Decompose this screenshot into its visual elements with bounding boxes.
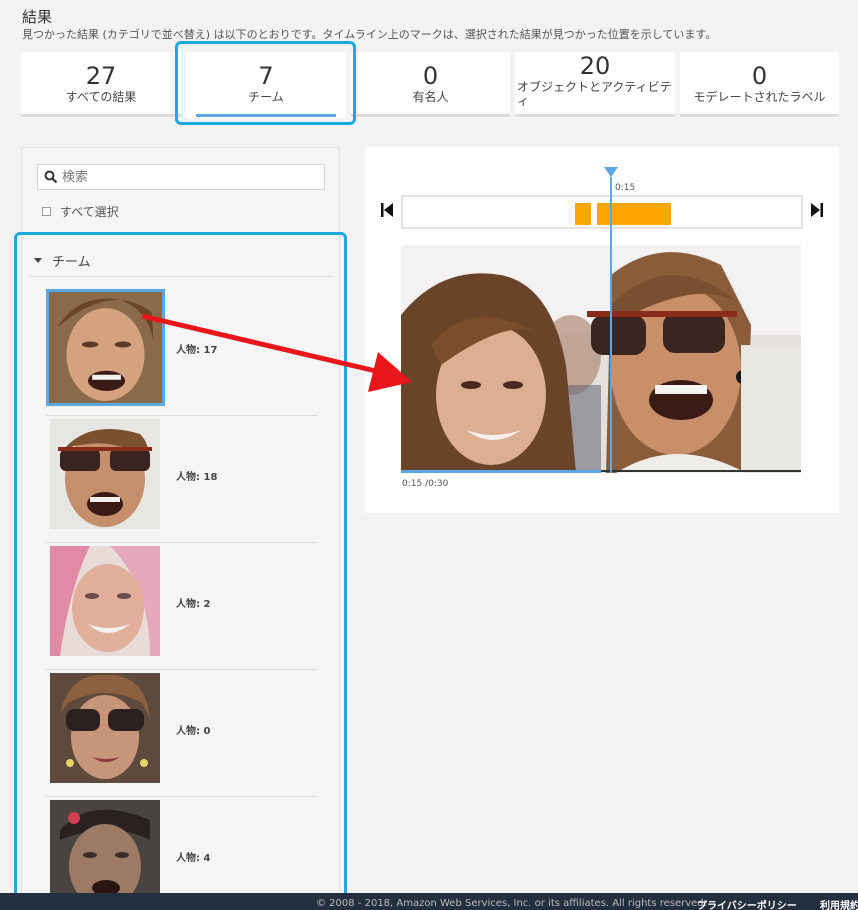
tab-underline bbox=[196, 114, 336, 117]
timeline-track[interactable] bbox=[401, 195, 803, 229]
current-time-label: 0:15 bbox=[615, 183, 636, 193]
video-progress-fill bbox=[401, 470, 601, 473]
tab-label: オブジェクトとアクティビティ bbox=[517, 80, 672, 108]
person-label: 人物: 18 bbox=[176, 472, 218, 483]
tab-underline bbox=[515, 114, 675, 117]
person-label: 人物: 17 bbox=[176, 345, 218, 356]
search-input[interactable] bbox=[62, 167, 317, 187]
face-thumbnail[interactable] bbox=[50, 546, 160, 656]
person-label: 人物: 2 bbox=[176, 599, 211, 610]
tab-underline bbox=[351, 114, 510, 117]
person-label: 人物: 0 bbox=[176, 726, 211, 737]
search-box bbox=[37, 164, 325, 190]
tab-label: チーム bbox=[248, 90, 284, 104]
skip-forward-icon[interactable] bbox=[811, 202, 823, 218]
tab-count: 0 bbox=[751, 62, 768, 90]
video-frame[interactable] bbox=[401, 245, 801, 473]
tab-all-results[interactable]: 27 すべての結果 bbox=[21, 52, 181, 118]
tab-count: 20 bbox=[579, 52, 611, 80]
video-progress-bar[interactable] bbox=[401, 470, 801, 473]
select-all-checkbox[interactable]: すべて選択 bbox=[42, 203, 119, 220]
team-group-header[interactable]: チーム bbox=[30, 245, 332, 277]
tab-count: 7 bbox=[258, 62, 274, 90]
search-icon bbox=[44, 170, 58, 184]
page-footer: © 2008 - 2018, Amazon Web Services, Inc.… bbox=[0, 893, 858, 910]
copyright-text: © 2008 - 2018, Amazon Web Services, Inc.… bbox=[316, 898, 707, 909]
privacy-policy-link[interactable]: プライバシーポリシー bbox=[697, 897, 797, 910]
person-label: 人物: 4 bbox=[176, 853, 211, 864]
face-thumbnail[interactable] bbox=[46, 289, 165, 406]
playhead-handle[interactable] bbox=[604, 167, 618, 177]
tab-count: 0 bbox=[422, 62, 439, 90]
tab-celebrities[interactable]: 0 有名人 bbox=[351, 52, 510, 118]
face-thumbnail[interactable] bbox=[50, 419, 160, 529]
tab-underline bbox=[680, 114, 839, 117]
face-list: 人物: 17 人物: 18 人物: 2 人物: 0 人物: 4 bbox=[46, 289, 318, 910]
list-item[interactable]: 人物: 17 bbox=[46, 289, 318, 416]
results-sidebar: すべて選択 チーム 人物: 17 bbox=[21, 147, 340, 910]
select-all-label: すべて選択 bbox=[60, 205, 119, 219]
face-thumbnail[interactable] bbox=[50, 673, 160, 783]
tab-moderated-labels[interactable]: 0 モデレートされたラベル bbox=[680, 52, 839, 118]
video-panel: 0:15 0:15 /0:30 bbox=[365, 147, 839, 513]
timeline-marker[interactable] bbox=[597, 203, 671, 225]
tab-underline bbox=[21, 114, 181, 117]
tab-objects-activities[interactable]: 20 オブジェクトとアクティビティ bbox=[515, 52, 675, 118]
time-display: 0:15 /0:30 bbox=[402, 479, 449, 489]
terms-link[interactable]: 利用規約 bbox=[820, 897, 858, 910]
list-item[interactable]: 人物: 2 bbox=[46, 543, 318, 670]
tab-label: すべての結果 bbox=[65, 90, 137, 104]
group-title: チーム bbox=[52, 255, 91, 270]
list-item[interactable]: 人物: 0 bbox=[46, 670, 318, 797]
tab-label: 有名人 bbox=[412, 90, 449, 104]
playhead-line bbox=[610, 177, 612, 473]
skip-back-icon[interactable] bbox=[381, 202, 393, 218]
page-subtitle: 見つかった結果 (カテゴリで並べ替え) は以下のとおりです。タイムライン上のマー… bbox=[22, 28, 717, 41]
checkbox-icon[interactable] bbox=[42, 207, 51, 216]
tab-count: 27 bbox=[85, 62, 117, 90]
timeline-marker[interactable] bbox=[575, 203, 591, 225]
list-item[interactable]: 人物: 18 bbox=[46, 416, 318, 543]
tab-label: モデレートされたラベル bbox=[693, 90, 826, 104]
result-tabs: 27 すべての結果 7 チーム 0 有名人 20 オブジェクトとアクティビティ … bbox=[21, 52, 839, 118]
page-title: 結果 bbox=[22, 8, 53, 26]
tab-team[interactable]: 7 チーム bbox=[186, 52, 346, 118]
caret-down-icon bbox=[34, 258, 42, 263]
